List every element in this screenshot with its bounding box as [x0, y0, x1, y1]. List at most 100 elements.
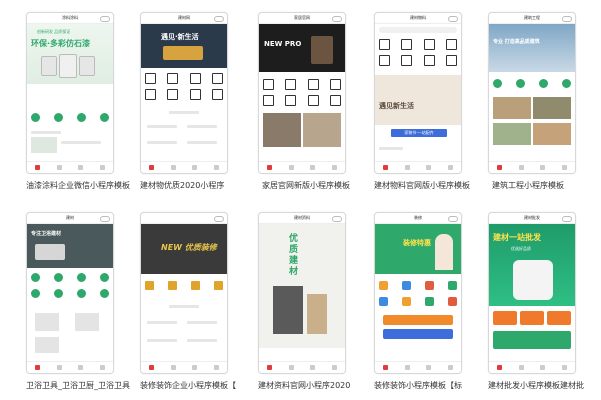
category-icon[interactable] [54, 113, 63, 122]
category-icon[interactable] [401, 39, 413, 50]
category-icon[interactable] [448, 297, 457, 306]
template-preview[interactable]: 建筑工程 专业 打造高品质建筑 [488, 12, 576, 174]
category-tab-icon[interactable] [170, 165, 176, 170]
template-preview[interactable]: 建材网 遇见·新生活 [140, 12, 228, 174]
category-icon[interactable] [562, 79, 571, 88]
cart-tab-icon[interactable] [192, 365, 198, 370]
category-icon[interactable] [425, 281, 434, 290]
category-icon[interactable] [423, 39, 435, 50]
category-icon[interactable] [189, 73, 201, 84]
search-input[interactable] [379, 27, 457, 33]
category-icon[interactable] [31, 273, 40, 282]
home-tab-icon[interactable] [149, 165, 155, 170]
template-card[interactable]: 建材资料 优质建材 建材资料官网小程序2020 [258, 212, 358, 392]
profile-tab-icon[interactable] [99, 165, 105, 170]
template-card[interactable]: 涂料涂料 创新研发 品质保证 环保·多彩仿石漆 油漆涂料企业微信小程序模板 [26, 12, 130, 192]
category-icon[interactable] [379, 281, 388, 290]
category-icon[interactable] [77, 113, 86, 122]
cart-tab-icon[interactable] [540, 365, 546, 370]
category-icon[interactable] [189, 89, 201, 100]
profile-tab-icon[interactable] [447, 165, 453, 170]
promo-banner[interactable] [383, 329, 453, 339]
template-preview[interactable]: NEW 优质装修 [140, 212, 228, 374]
profile-tab-icon[interactable] [331, 365, 337, 370]
template-preview[interactable]: 建材物料 遇见新生活 家装节·一站配齐 [374, 12, 462, 174]
template-card[interactable]: 建材物料 遇见新生活 家装节·一站配齐 建材物料官网版小程序模板 [374, 12, 474, 192]
cart-tab-icon[interactable] [192, 165, 198, 170]
category-icon[interactable] [425, 297, 434, 306]
cart-tab-icon[interactable] [78, 165, 84, 170]
home-tab-icon[interactable] [149, 365, 155, 370]
category-icon[interactable] [54, 289, 63, 298]
home-tab-icon[interactable] [35, 365, 41, 370]
category-icon[interactable] [285, 95, 297, 106]
category-icon[interactable] [379, 297, 388, 306]
template-card[interactable]: 建筑工程 专业 打造高品质建筑 建筑工程小程序模板 [488, 12, 588, 192]
category-icon[interactable] [100, 273, 109, 282]
category-icon[interactable] [285, 79, 297, 90]
category-icon[interactable] [77, 289, 86, 298]
profile-tab-icon[interactable] [561, 165, 567, 170]
cart-tab-icon[interactable] [78, 365, 84, 370]
template-card[interactable]: 装修 装修特惠 装修装饰小程序模板【标 [374, 212, 474, 392]
category-tab-icon[interactable] [404, 165, 410, 170]
cart-tab-icon[interactable] [540, 165, 546, 170]
profile-tab-icon[interactable] [99, 365, 105, 370]
category-icon[interactable] [401, 55, 413, 66]
category-icon[interactable] [263, 95, 274, 106]
category-icon[interactable] [168, 281, 177, 290]
category-icon[interactable] [423, 55, 435, 66]
home-tab-icon[interactable] [383, 365, 389, 370]
template-card[interactable]: 建材 专注卫浴建材 卫浴卫具_卫浴卫厨_卫浴卫具 [26, 212, 130, 392]
category-icon[interactable] [31, 113, 40, 122]
category-tab-icon[interactable] [56, 365, 62, 370]
category-icon[interactable] [145, 73, 156, 84]
home-tab-icon[interactable] [35, 165, 41, 170]
category-icon[interactable] [402, 281, 411, 290]
promo-banner[interactable] [493, 331, 571, 349]
promo-banner[interactable]: 家装节·一站配齐 [391, 129, 447, 137]
template-card[interactable]: NEW 优质装修 装修装饰企业小程序模板【 [140, 212, 240, 392]
category-icon[interactable] [214, 281, 223, 290]
category-icon[interactable] [54, 273, 63, 282]
template-preview[interactable]: 建材批发 建材一站批发 优选好品质 [488, 212, 576, 374]
category-icon[interactable] [402, 297, 411, 306]
category-icon[interactable] [145, 89, 156, 100]
category-icon[interactable] [445, 55, 457, 66]
category-icon[interactable] [379, 55, 390, 66]
category-icon[interactable] [191, 281, 200, 290]
template-card[interactable]: 建材网 遇见·新生活 建材物优质2020小程序 [140, 12, 240, 192]
category-icon[interactable] [31, 289, 40, 298]
category-tab-icon[interactable] [518, 165, 524, 170]
category-icon[interactable] [307, 79, 319, 90]
category-tab-icon[interactable] [518, 365, 524, 370]
category-icon[interactable] [329, 95, 341, 106]
cart-tab-icon[interactable] [426, 165, 432, 170]
category-icon[interactable] [167, 89, 179, 100]
category-icon[interactable] [100, 113, 109, 122]
home-tab-icon[interactable] [383, 165, 389, 170]
category-tab-icon[interactable] [288, 365, 294, 370]
template-card[interactable]: 家居官网 NEW PRO 家居官网新版小程序模板 [258, 12, 358, 192]
template-preview[interactable]: 建材资料 优质建材 [258, 212, 346, 374]
template-preview[interactable]: 涂料涂料 创新研发 品质保证 环保·多彩仿石漆 [26, 12, 114, 174]
home-tab-icon[interactable] [267, 365, 273, 370]
category-icon[interactable] [448, 281, 457, 290]
category-icon[interactable] [145, 281, 154, 290]
cart-tab-icon[interactable] [426, 365, 432, 370]
profile-tab-icon[interactable] [331, 165, 337, 170]
home-tab-icon[interactable] [497, 365, 503, 370]
template-preview[interactable]: 家居官网 NEW PRO [258, 12, 346, 174]
template-preview[interactable]: 建材 专注卫浴建材 [26, 212, 114, 374]
profile-tab-icon[interactable] [213, 365, 219, 370]
profile-tab-icon[interactable] [447, 365, 453, 370]
category-icon[interactable] [539, 79, 548, 88]
category-icon[interactable] [263, 79, 274, 90]
category-icon[interactable] [307, 95, 319, 106]
coupon[interactable] [547, 311, 571, 325]
coupon[interactable] [520, 311, 544, 325]
category-tab-icon[interactable] [288, 165, 294, 170]
home-tab-icon[interactable] [497, 165, 503, 170]
template-title[interactable]: 建筑工程小程序模板 [492, 180, 601, 191]
category-icon[interactable] [329, 79, 341, 90]
